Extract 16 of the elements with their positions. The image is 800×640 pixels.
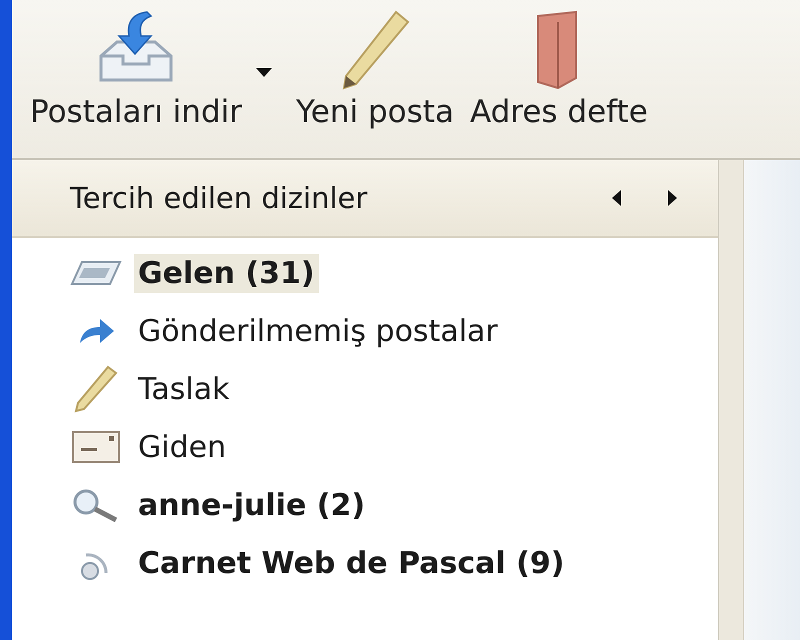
folder-item[interactable]: anne-julie (2): [134, 486, 370, 524]
caret-icon: [256, 68, 272, 77]
caret-right-icon: [668, 190, 676, 206]
caret-left-icon: [612, 190, 620, 206]
envelope-icon: [71, 430, 121, 464]
tray-icon: [70, 260, 122, 286]
folder-item[interactable]: Giden: [134, 428, 230, 466]
pencil-icon: [74, 365, 118, 413]
pane-title: Tercih edilen dizinler: [70, 181, 368, 215]
toolbar-button[interactable]: Adres defte: [464, 0, 654, 130]
folder-item[interactable]: Carnet Web de Pascal (9): [134, 544, 568, 582]
folder-item[interactable]: Taslak: [134, 370, 234, 408]
folder-item[interactable]: Gönderilmemiş postalar: [134, 312, 502, 350]
toolbar-button[interactable]: Yeni posta: [290, 0, 460, 130]
toolbar-button[interactable]: Postaları indir: [24, 0, 286, 130]
folder-item[interactable]: Gelen (31): [134, 254, 319, 292]
